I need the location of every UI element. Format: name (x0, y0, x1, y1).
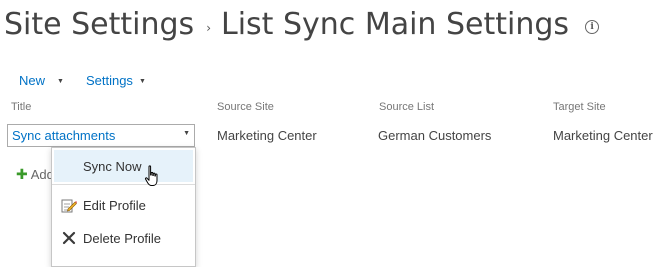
row-target-site: Marketing Center (553, 128, 653, 143)
row-title-link[interactable]: Sync attachments (12, 128, 115, 143)
breadcrumb-site-settings[interactable]: Site Settings (4, 7, 194, 42)
row-source-list: German Customers (378, 128, 492, 143)
context-menu: Sync Now Edit Profile Delete Profile (51, 147, 196, 267)
column-header-source-list[interactable]: Source List (379, 101, 434, 113)
column-header-title[interactable]: Title (11, 101, 31, 113)
column-header-target-site[interactable]: Target Site (553, 101, 606, 113)
menu-item-sync-now-label: Sync Now (83, 158, 142, 174)
page-title-text: List Sync Main Settings (221, 6, 570, 42)
row-title-cell[interactable]: Sync attachments ▼ (7, 124, 195, 147)
menu-divider (52, 184, 195, 185)
menu-item-delete-profile-label: Delete Profile (83, 230, 162, 246)
chevron-down-icon: ▼ (138, 77, 146, 85)
settings-menu-label: Settings (85, 73, 133, 88)
toolbar: New ▼ Settings ▼ (19, 73, 146, 88)
menu-item-edit-profile[interactable]: Edit Profile (52, 189, 195, 221)
row-source-site: Marketing Center (217, 128, 317, 143)
breadcrumb-separator: › (206, 21, 211, 35)
add-item-link[interactable]: ✚ Add (16, 166, 54, 183)
column-header-source-site[interactable]: Source Site (217, 101, 274, 113)
chevron-down-icon[interactable]: ▼ (183, 130, 190, 137)
page-title: Site Settings › List Sync Main Settings … (4, 2, 600, 46)
menu-item-sync-now[interactable]: Sync Now (54, 150, 193, 182)
edit-pencil-icon (61, 197, 77, 213)
menu-item-edit-profile-label: Edit Profile (83, 197, 146, 213)
new-menu-label: New (19, 73, 46, 88)
plus-icon: ✚ (16, 166, 28, 182)
info-icon[interactable]: i (585, 20, 600, 34)
settings-menu-button[interactable]: Settings ▼ (86, 73, 146, 88)
menu-item-delete-profile[interactable]: Delete Profile (52, 222, 195, 254)
chevron-down-icon: ▼ (57, 77, 64, 85)
delete-x-icon (61, 230, 77, 246)
new-menu-button[interactable]: New ▼ (19, 73, 64, 88)
